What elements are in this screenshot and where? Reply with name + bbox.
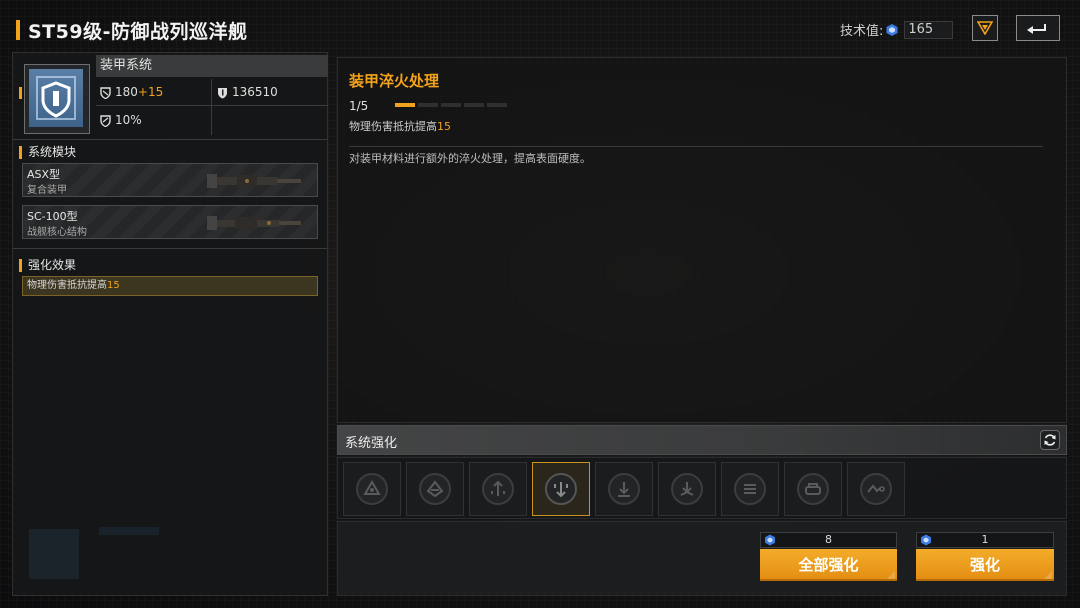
tank-icon: [805, 483, 821, 495]
background-ghost-card: [29, 521, 319, 585]
upgrade-effect-text: 物理伤害抵抗提高: [349, 120, 437, 133]
detail-divider: [349, 146, 1043, 147]
effect-row: 物理伤害抵抗提高15: [22, 276, 318, 296]
effect-text: 物理伤害抵抗提高: [27, 280, 107, 291]
refresh-button[interactable]: [1040, 430, 1060, 450]
diamond-shield-icon: [426, 480, 444, 498]
module-item[interactable]: SC-100型 战舰核心结构: [22, 205, 318, 239]
module-title: SC-100型: [27, 210, 78, 223]
armor-module-image-icon: [207, 174, 301, 188]
upgrade-slot[interactable]: [343, 462, 401, 516]
upgrade-title: 装甲淬火处理: [349, 72, 440, 90]
core-module-image-icon: [207, 216, 301, 230]
armor-shield-icon: [36, 76, 76, 120]
tech-value-display: 技术值: 165: [840, 20, 954, 39]
tech-label: 技术值:: [840, 24, 884, 39]
durability-value: 136510: [232, 85, 278, 99]
tech-value: 165: [904, 20, 954, 39]
upgrade-slot[interactable]: [595, 462, 653, 516]
upgrade-description: 对装甲材料进行额外的淬火处理，提高表面硬度。: [349, 152, 591, 165]
progress-segment: [441, 103, 461, 107]
upgrade-slot[interactable]: [406, 462, 464, 516]
durability-shield-icon: [218, 87, 227, 98]
progress-segment: [464, 103, 484, 107]
upgrade-effect: 物理伤害抵抗提高15: [349, 118, 451, 134]
upgrade-cost: 1: [916, 532, 1054, 548]
tech-currency-icon: [921, 534, 931, 546]
stat-divider: [96, 105, 328, 106]
progress-segment: [487, 103, 507, 107]
system-upgrade-label: 系统强化: [345, 436, 398, 451]
upgrade-slot[interactable]: [658, 462, 716, 516]
triangle-shield-icon: [363, 480, 381, 495]
title-accent: [16, 20, 20, 40]
arrow-down-spread-icon: [680, 482, 694, 496]
upgrade-detail-panel: 装甲淬火处理 1/5 物理伤害抵抗提高15 对装甲材料进行额外的淬火处理，提高表…: [337, 57, 1067, 423]
section-divider: [13, 139, 327, 140]
tech-currency-icon: [886, 23, 898, 36]
refresh-icon: [1044, 434, 1056, 446]
upgrade-all-cost: 8: [760, 532, 897, 548]
module-subtitle: 战舰核心结构: [27, 227, 87, 238]
armor-stat-base: 180: [115, 85, 138, 99]
stat-divider: [211, 79, 212, 135]
section-divider: [13, 248, 327, 249]
upgrade-slot[interactable]: [847, 462, 905, 516]
module-subtitle: 复合装甲: [27, 185, 67, 196]
armor-stat: 180 +15: [99, 79, 163, 105]
armor-system-name: 装甲系统: [96, 55, 328, 77]
triangle-filter-icon: [977, 21, 993, 35]
progress-segment: [395, 103, 415, 107]
armor-icon: [100, 86, 111, 99]
durability-stat: 136510: [216, 79, 278, 105]
armor-system-portrait[interactable]: [24, 64, 90, 134]
filter-button[interactable]: [972, 15, 998, 41]
resist-icon: [100, 114, 111, 127]
upgrade-all-cost-value: 8: [825, 533, 832, 546]
stripes-icon: [744, 484, 756, 494]
arrow-down-circle-icon: [618, 482, 630, 497]
resist-value: 10%: [115, 113, 142, 127]
upgrade-slot[interactable]: [469, 462, 527, 516]
upgrade-icon-row: [337, 457, 1067, 519]
portrait-marker: [19, 87, 22, 99]
upgrade-slot[interactable]: [784, 462, 842, 516]
upgrade-level: 1/5: [349, 99, 369, 113]
tech-currency-icon: [765, 534, 775, 546]
upgrade-button[interactable]: 强化: [916, 549, 1054, 581]
back-button[interactable]: [1016, 15, 1060, 41]
system-upgrade-header: 系统强化: [337, 425, 1067, 455]
arrow-up-shield-icon: [491, 480, 505, 496]
resist-stat: 10%: [99, 107, 142, 133]
effects-label: 强化效果: [19, 259, 76, 272]
upgrade-slot-selected[interactable]: [532, 462, 590, 516]
progress-segment: [418, 103, 438, 107]
module-item[interactable]: ASX型 复合装甲: [22, 163, 318, 197]
upgrade-effect-value: 15: [437, 120, 451, 133]
page-title: ST59级-防御战列巡洋舰: [28, 21, 248, 43]
arrow-down-shield-icon: [554, 482, 568, 498]
effect-value: 15: [107, 280, 120, 291]
upgrade-cost-value: 1: [981, 533, 989, 546]
module-title: ASX型: [27, 168, 61, 181]
left-panel: 装甲系统 180 +15 136510 10% 系统模块 ASX型 复合装甲 SC…: [12, 52, 328, 596]
modules-label: 系统模块: [19, 146, 76, 159]
upgrade-all-button[interactable]: 全部强化: [760, 549, 897, 581]
return-arrow-icon: [1027, 24, 1046, 34]
wave-icon: [867, 484, 885, 493]
upgrade-slot[interactable]: [721, 462, 779, 516]
armor-stat-bonus: +15: [137, 85, 164, 99]
